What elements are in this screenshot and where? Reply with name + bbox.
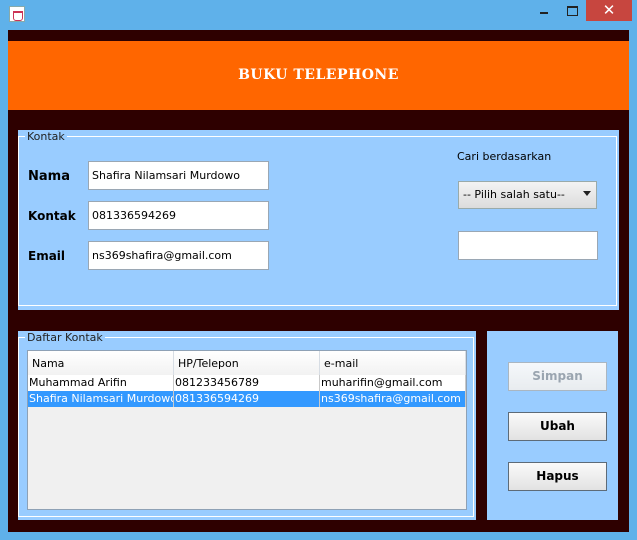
search-criteria-selected: -- Pilih salah satu--: [463, 188, 565, 201]
table-cell: muharifin@gmail.com: [320, 375, 466, 391]
header-banner: BUKU TELEPHONE: [8, 41, 629, 110]
search-input[interactable]: [458, 231, 598, 260]
contact-group-title: Kontak: [27, 130, 65, 143]
application-window: ✕ BUKU TELEPHONE Kontak Nama Shafira Nil…: [0, 0, 637, 540]
table-cell: Muhammad Arifin: [28, 375, 174, 391]
kontak-label: Kontak: [28, 209, 76, 223]
page-title: BUKU TELEPHONE: [238, 67, 399, 83]
table-cell: ns369shafira@gmail.com: [320, 391, 466, 407]
contact-list-title: Daftar Kontak: [27, 331, 103, 344]
actions-panel: Simpan Ubah Hapus: [487, 331, 618, 520]
email-field[interactable]: ns369shafira@gmail.com: [88, 241, 269, 270]
table-row[interactable]: Muhammad Arifin 081233456789 muharifin@g…: [28, 375, 466, 391]
search-criteria-combo[interactable]: -- Pilih salah satu--: [458, 181, 597, 209]
simpan-button[interactable]: Simpan: [508, 362, 607, 391]
contact-table[interactable]: Nama HP/Telepon e-mail Muhammad Arifin 0…: [27, 350, 467, 510]
email-label: Email: [28, 249, 66, 263]
column-header-nama[interactable]: Nama: [28, 351, 174, 375]
nama-field[interactable]: Shafira Nilamsari Murdowo: [88, 161, 269, 190]
table-cell: 081336594269: [174, 391, 320, 407]
table-cell: 081233456789: [174, 375, 320, 391]
close-icon: ✕: [602, 1, 616, 19]
chevron-down-icon[interactable]: [583, 191, 591, 196]
table-cell: Shafira Nilamsari Murdowo: [29, 391, 174, 407]
search-by-label: Cari berdasarkan: [457, 150, 552, 163]
kontak-field[interactable]: 081336594269: [88, 201, 269, 230]
title-bar[interactable]: ✕: [0, 0, 637, 27]
contact-list-panel: Daftar Kontak Nama HP/Telepon e-mail Muh…: [18, 331, 476, 520]
table-header: Nama HP/Telepon e-mail: [28, 351, 466, 376]
column-header-phone[interactable]: HP/Telepon: [174, 351, 320, 375]
table-row-selected[interactable]: Shafira Nilamsari Murdowo 081336594269 n…: [28, 391, 466, 407]
ubah-button[interactable]: Ubah: [508, 412, 607, 441]
contact-panel: Kontak Nama Shafira Nilamsari Murdowo Ko…: [18, 130, 619, 310]
maximize-button[interactable]: [558, 0, 586, 21]
close-button[interactable]: ✕: [586, 0, 632, 21]
minimize-button[interactable]: [530, 0, 558, 21]
nama-label: Nama: [28, 169, 70, 184]
content-pane: BUKU TELEPHONE Kontak Nama Shafira Nilam…: [8, 30, 629, 532]
hapus-button[interactable]: Hapus: [508, 462, 607, 491]
column-header-email[interactable]: e-mail: [320, 351, 466, 375]
java-app-icon[interactable]: [9, 6, 25, 22]
